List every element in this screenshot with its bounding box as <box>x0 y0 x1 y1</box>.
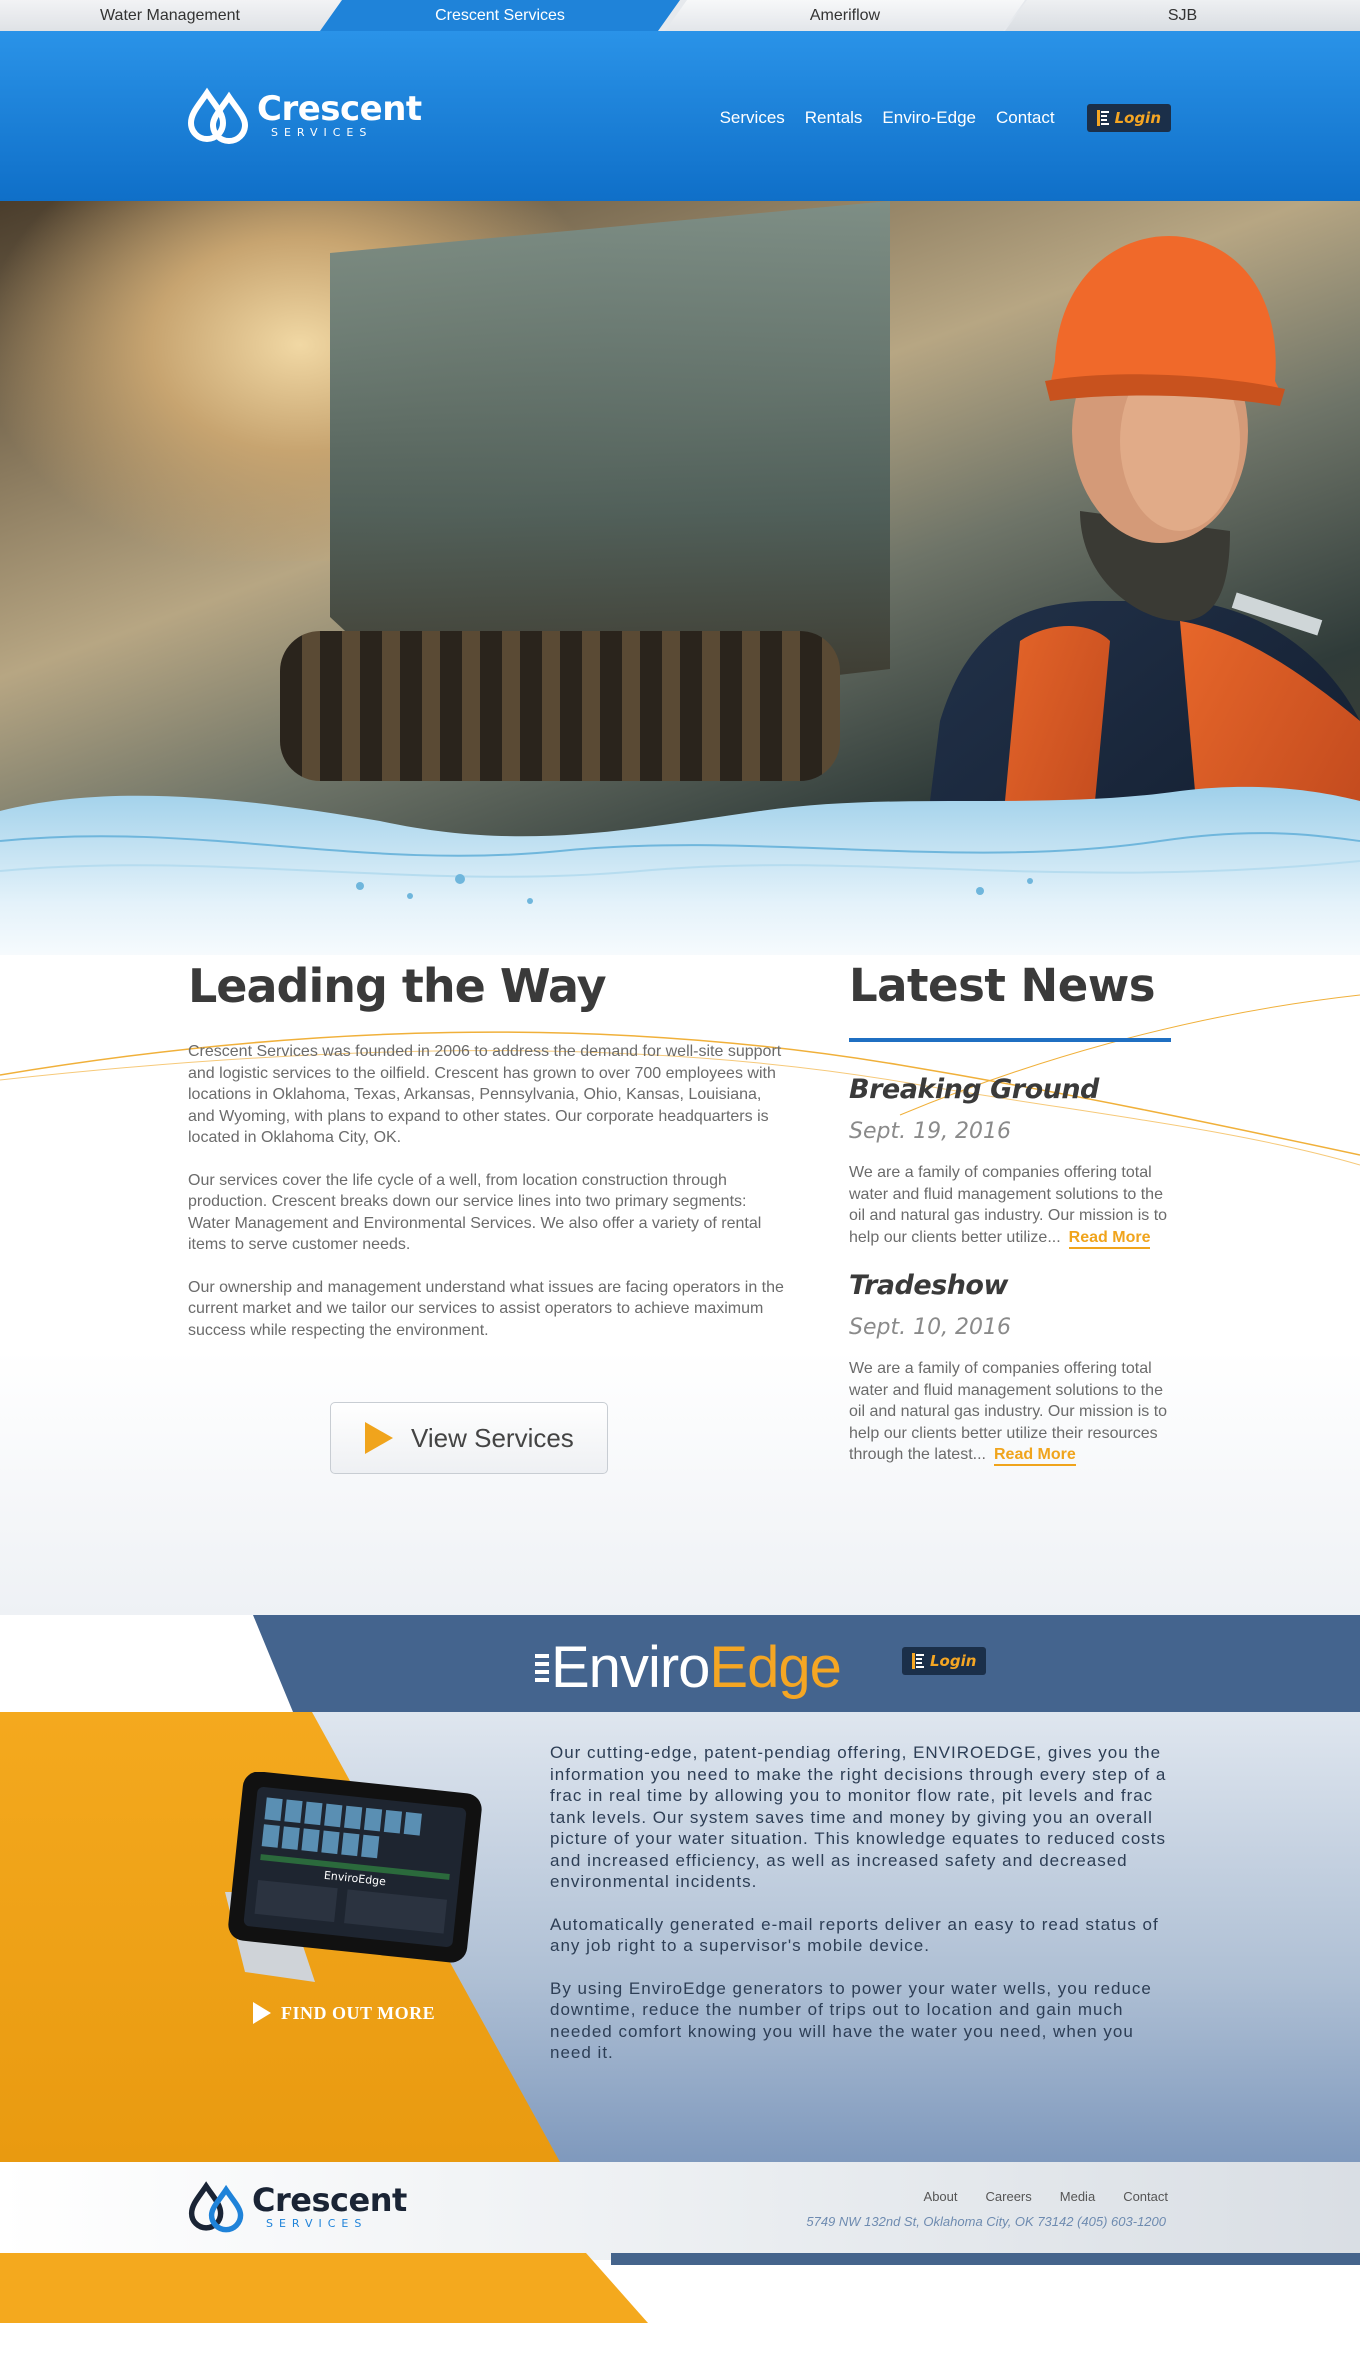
enviroedge-paragraph-3: By using EnviroEdge generators to power … <box>550 1978 1152 2063</box>
enviroedge-section: EnviroEdge FIND OUT MORE Our cutting-edg… <box>0 1712 1360 2162</box>
hero-image <box>0 201 1360 961</box>
enviroedge-lines-icon <box>535 1653 549 1682</box>
enviroedge-lines-icon <box>912 1653 924 1669</box>
news-title: Latest News <box>849 959 1156 1012</box>
footer-link-about[interactable]: About <box>924 2189 958 2204</box>
nav-contact[interactable]: Contact <box>996 108 1055 128</box>
news-item: Breaking Ground Sept. 19, 2016 We are a … <box>849 1074 1171 1249</box>
enviroedge-tablet-image: EnviroEdge <box>225 1772 482 1982</box>
tab-crescent-services[interactable]: Crescent Services <box>320 0 680 31</box>
login-button[interactable]: Login <box>1086 104 1171 132</box>
site-header: Crescent SERVICES Services Rentals Envir… <box>0 31 1360 201</box>
find-out-more-label: FIND OUT MORE <box>281 2002 436 2023</box>
enviroedge-description: Our cutting-edge, patent-pendiag offerin… <box>550 1742 1170 2064</box>
footer-blue-stripe <box>611 2253 1360 2265</box>
enviroedge-logo-part2: Edge <box>709 1635 841 1700</box>
nav-enviro-edge[interactable]: Enviro-Edge <box>882 108 976 128</box>
enviroedge-login-button[interactable]: Login <box>902 1647 987 1675</box>
main-nav: Services Rentals Enviro-Edge Contact Log… <box>720 104 1171 132</box>
footer-logo-subtitle: SERVICES <box>266 2217 368 2230</box>
hero-water-splash <box>0 786 1360 961</box>
hero-tracks <box>280 631 840 781</box>
footer-logo[interactable]: Crescent SERVICES <box>188 2180 407 2234</box>
footer-link-careers[interactable]: Careers <box>986 2189 1032 2204</box>
about-paragraph-1: Crescent Services was founded in 2006 to… <box>188 1043 782 1146</box>
content-section: Leading the Way Crescent Services was fo… <box>0 955 1360 1615</box>
footer-orange-stripe <box>0 2253 648 2323</box>
site-footer: Crescent SERVICES About Careers Media Co… <box>0 2162 1360 2374</box>
play-icon <box>253 2002 271 2024</box>
crescent-drop-icon <box>188 2181 244 2233</box>
tab-water-management[interactable]: Water Management <box>0 0 340 31</box>
footer-logo-name: Crescent <box>252 2181 407 2219</box>
company-tab-bar: Water Management Ameriflow SJB Crescent … <box>0 0 1360 31</box>
news-column: Latest News Breaking Ground Sept. 19, 20… <box>849 955 1171 1466</box>
news-date: Sept. 19, 2016 <box>849 1119 1012 1144</box>
enviroedge-logo[interactable]: Enviro Edge <box>535 1634 842 1701</box>
crescent-drop-icon <box>187 87 249 144</box>
news-headline[interactable]: Breaking Ground <box>849 1074 1171 1105</box>
news-excerpt: We are a family of companies offering to… <box>849 1358 1171 1466</box>
view-services-button[interactable]: View Services <box>330 1402 608 1474</box>
tab-sjb[interactable]: SJB <box>1005 0 1360 31</box>
footer-link-contact[interactable]: Contact <box>1123 2189 1168 2204</box>
news-item: Tradeshow Sept. 10, 2016 We are a family… <box>849 1270 1171 1466</box>
footer-nav: About Careers Media Contact <box>924 2189 1168 2204</box>
play-icon <box>365 1422 393 1454</box>
news-date: Sept. 10, 2016 <box>849 1315 1012 1340</box>
enviroedge-lines-icon <box>1096 110 1109 126</box>
about-title: Leading the Way <box>188 959 607 1013</box>
about-column: Leading the Way Crescent Services was fo… <box>188 955 788 1474</box>
read-more-link[interactable]: Read More <box>993 1446 1076 1466</box>
nav-services[interactable]: Services <box>720 108 785 128</box>
logo-name: Crescent <box>257 89 422 129</box>
about-paragraph-3: Our ownership and management understand … <box>188 1278 784 1339</box>
enviroedge-logo-part1: Enviro <box>551 1635 710 1700</box>
news-divider <box>849 1038 1171 1042</box>
enviroedge-paragraph-1: Our cutting-edge, patent-pendiag offerin… <box>550 1743 1167 1891</box>
crescent-logo[interactable]: Crescent SERVICES <box>187 87 422 145</box>
footer-address: 5749 NW 132nd St, Oklahoma City, OK 7314… <box>806 2214 1166 2229</box>
about-paragraph-2: Our services cover the life cycle of a w… <box>188 1171 762 1254</box>
enviroedge-paragraph-2: Automatically generated e-mail reports d… <box>550 1914 1159 1956</box>
news-headline[interactable]: Tradeshow <box>849 1270 1171 1301</box>
footer-link-media[interactable]: Media <box>1060 2189 1095 2204</box>
read-more-link[interactable]: Read More <box>1068 1228 1151 1249</box>
enviroedge-login-label: Login <box>930 1652 977 1670</box>
find-out-more-link[interactable]: FIND OUT MORE <box>253 2002 435 2024</box>
nav-rentals[interactable]: Rentals <box>805 108 863 128</box>
tab-ameriflow[interactable]: Ameriflow <box>665 0 1025 31</box>
login-label: Login <box>1114 109 1161 127</box>
news-excerpt: We are a family of companies offering to… <box>849 1162 1171 1249</box>
view-services-label: View Services <box>411 1422 574 1453</box>
